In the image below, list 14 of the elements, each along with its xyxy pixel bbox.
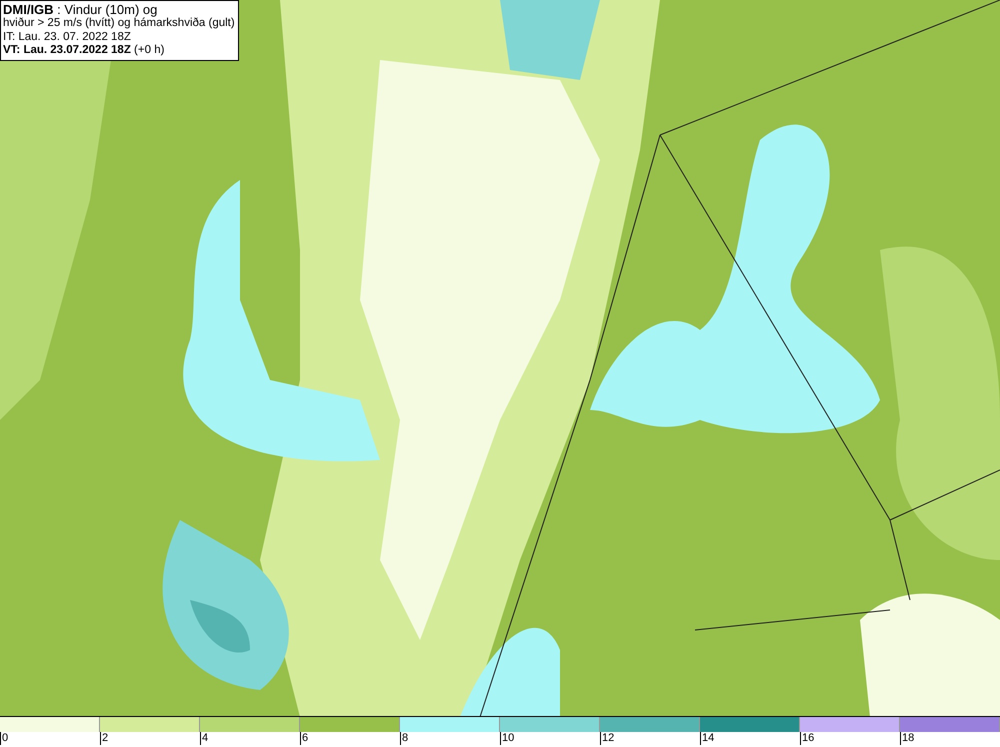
scale-label: 4: [200, 732, 208, 746]
scale-label: 12: [600, 732, 614, 746]
legend-text: hviður > 25 m/s (hvítt) og hámarkshviða (gult): [3, 17, 235, 30]
scale-label: 18: [900, 732, 914, 746]
scale-label: 8: [400, 732, 408, 746]
legend-text: VT: Lau. 23.07.2022 18Z (+0 h): [3, 44, 166, 58]
legend-text: DMI/IGB : Vindur (10m) og: [3, 2, 158, 17]
scale-label: 2: [100, 732, 108, 746]
legend-text: IT: Lau. 23. 07. 2022 18Z: [3, 30, 132, 44]
scale-label: 14: [700, 732, 714, 746]
scale-label: 6: [300, 732, 308, 746]
scale-label: 16: [800, 732, 814, 746]
scale-label: 0: [0, 732, 8, 746]
scale-label: 10: [500, 732, 514, 746]
